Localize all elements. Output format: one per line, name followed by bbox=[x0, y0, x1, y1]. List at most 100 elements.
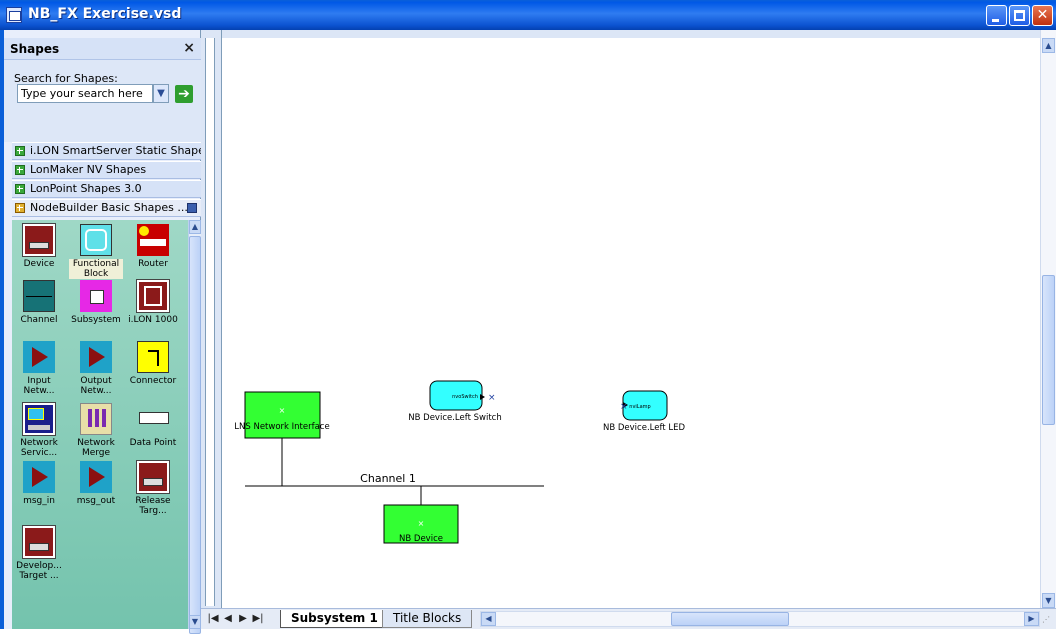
stencil-palette: Device Functional Block Router Channel S… bbox=[12, 220, 188, 629]
save-stencil-icon[interactable] bbox=[187, 203, 197, 213]
resize-grip-icon[interactable]: ⋰ bbox=[1042, 615, 1054, 627]
last-page-icon[interactable]: ▶| bbox=[252, 612, 264, 626]
data-point-icon bbox=[137, 403, 169, 435]
msg-in-icon bbox=[23, 461, 55, 493]
search-dropdown-button[interactable]: ▼ bbox=[153, 84, 169, 103]
scroll-thumb[interactable] bbox=[1042, 275, 1055, 425]
switch-connection-mark: × bbox=[488, 393, 496, 403]
channel-1-label: Channel 1 bbox=[360, 472, 416, 485]
master-label: Network Servic... bbox=[20, 438, 58, 458]
scroll-up-icon[interactable]: ▲ bbox=[189, 220, 201, 234]
master-router[interactable]: Router bbox=[126, 224, 180, 269]
diagram: × LNS Network Interface Channel 1 × NB D… bbox=[234, 380, 685, 544]
stencil-lonpoint[interactable]: LonPoint Shapes 3.0 bbox=[12, 180, 201, 198]
ruler-track bbox=[205, 38, 215, 606]
maximize-icon bbox=[1014, 10, 1025, 21]
master-functional-block[interactable]: Functional Block bbox=[69, 224, 123, 279]
master-label: Develop... Target ... bbox=[16, 561, 62, 581]
drawing-horizontal-scrollbar[interactable]: ◀ ▶ bbox=[480, 611, 1040, 627]
next-page-icon[interactable]: ▶ bbox=[237, 612, 249, 626]
ilon-1000-icon bbox=[136, 279, 170, 313]
stencil-label: LonMaker NV Shapes bbox=[30, 163, 147, 176]
functional-block-icon bbox=[80, 224, 112, 256]
scroll-down-icon[interactable]: ▼ bbox=[1042, 593, 1055, 608]
stencil-label: i.LON SmartServer Static Shapes bbox=[30, 144, 201, 157]
master-label: Functional Block bbox=[69, 259, 123, 279]
master-subsystem[interactable]: Subsystem bbox=[69, 280, 123, 325]
master-label: Network Merge bbox=[77, 438, 115, 458]
master-channel[interactable]: Channel bbox=[12, 280, 66, 325]
stencil-icon bbox=[15, 165, 25, 175]
master-label: Input Netw... bbox=[23, 376, 55, 396]
msg-out-icon bbox=[80, 461, 112, 493]
master-release-target[interactable]: Release Targ... bbox=[126, 460, 180, 516]
master-msg-out[interactable]: msg_out bbox=[69, 461, 123, 506]
vertical-ruler bbox=[201, 30, 222, 608]
master-output-network[interactable]: Output Netw... bbox=[69, 341, 123, 396]
master-input-network[interactable]: Input Netw... bbox=[12, 341, 66, 396]
scroll-down-icon[interactable]: ▼ bbox=[189, 615, 201, 629]
horizontal-ruler bbox=[222, 30, 1040, 38]
develop-target-icon bbox=[22, 525, 56, 559]
previous-page-icon[interactable]: ◀ bbox=[222, 612, 234, 626]
master-label: Router bbox=[138, 259, 168, 269]
master-develop-target[interactable]: Develop... Target ... bbox=[12, 525, 66, 581]
channel-icon bbox=[23, 280, 55, 312]
master-label: Connector bbox=[129, 376, 177, 386]
scroll-up-icon[interactable]: ▲ bbox=[1042, 38, 1055, 53]
stencil-icon bbox=[15, 146, 25, 156]
stencil-nodebuilder-basic[interactable]: NodeBuilder Basic Shapes ... bbox=[12, 199, 201, 217]
nb-device-center-mark: × bbox=[418, 519, 425, 528]
drawing-vertical-scrollbar[interactable]: ▲ ▼ bbox=[1040, 30, 1056, 608]
scroll-thumb[interactable] bbox=[671, 612, 789, 626]
shapes-pane-title: Shapes bbox=[10, 42, 60, 56]
master-label: i.LON 1000 bbox=[128, 315, 178, 325]
master-label: Output Netw... bbox=[80, 376, 112, 396]
master-connector[interactable]: Connector bbox=[126, 341, 180, 386]
minimize-button[interactable] bbox=[986, 5, 1007, 26]
master-label: Data Point bbox=[129, 438, 177, 448]
master-label: Release Targ... bbox=[135, 496, 171, 516]
scroll-right-icon[interactable]: ▶ bbox=[1024, 612, 1039, 626]
stencil-icon bbox=[15, 184, 25, 194]
stencil-icon bbox=[15, 203, 25, 213]
maximize-button[interactable] bbox=[1009, 5, 1030, 26]
master-network-merge[interactable]: Network Merge bbox=[69, 403, 123, 458]
lns-network-interface-label: LNS Network Interface bbox=[234, 422, 329, 432]
window-title: NB_FX Exercise.vsd bbox=[28, 6, 182, 22]
page-tab-bar: |◀ ◀ ▶ ▶| Subsystem 1 Title Blocks ◀ ▶ ⋰ bbox=[201, 608, 1056, 629]
tab-subsystem-1[interactable]: Subsystem 1 bbox=[280, 610, 389, 628]
subsystem-icon bbox=[80, 280, 112, 312]
lns-center-mark: × bbox=[279, 406, 286, 415]
visio-document-icon bbox=[6, 7, 22, 23]
stencil-ilon-smartserver[interactable]: i.LON SmartServer Static Shapes bbox=[12, 142, 201, 160]
master-ilon-1000[interactable]: i.LON 1000 bbox=[126, 279, 180, 325]
tab-title-blocks[interactable]: Title Blocks bbox=[382, 610, 473, 628]
master-data-point[interactable]: Data Point bbox=[126, 403, 180, 448]
stencil-label: LonPoint Shapes 3.0 bbox=[30, 182, 142, 195]
close-icon: ✕ bbox=[1036, 7, 1049, 23]
device-icon bbox=[22, 223, 56, 257]
left-led-input-nv: nviLamp bbox=[629, 404, 650, 410]
master-device[interactable]: Device bbox=[12, 223, 66, 269]
first-page-icon[interactable]: |◀ bbox=[207, 612, 219, 626]
input-network-icon bbox=[23, 341, 55, 373]
palette-scrollbar[interactable]: ▲ ▼ bbox=[188, 220, 201, 634]
scroll-left-icon[interactable]: ◀ bbox=[481, 612, 496, 626]
nb-device-label: NB Device bbox=[399, 534, 443, 544]
master-label: Channel bbox=[20, 315, 58, 325]
shapes-pane-close-icon[interactable]: × bbox=[183, 40, 195, 56]
network-service-icon bbox=[22, 402, 56, 436]
network-merge-icon bbox=[80, 403, 112, 435]
master-msg-in[interactable]: msg_in bbox=[12, 461, 66, 506]
stencil-lonmaker-nv[interactable]: LonMaker NV Shapes bbox=[12, 161, 201, 179]
master-label: Subsystem bbox=[71, 315, 121, 325]
close-button[interactable]: ✕ bbox=[1032, 5, 1053, 26]
search-go-button[interactable]: ➔ bbox=[175, 85, 193, 103]
search-input[interactable]: Type your search here bbox=[17, 84, 153, 103]
router-icon bbox=[137, 224, 169, 256]
led-connection-mark: × bbox=[620, 402, 628, 412]
scroll-thumb[interactable] bbox=[189, 236, 201, 634]
master-network-service[interactable]: Network Servic... bbox=[12, 402, 66, 458]
drawing-canvas[interactable]: × LNS Network Interface Channel 1 × NB D… bbox=[222, 38, 1040, 608]
